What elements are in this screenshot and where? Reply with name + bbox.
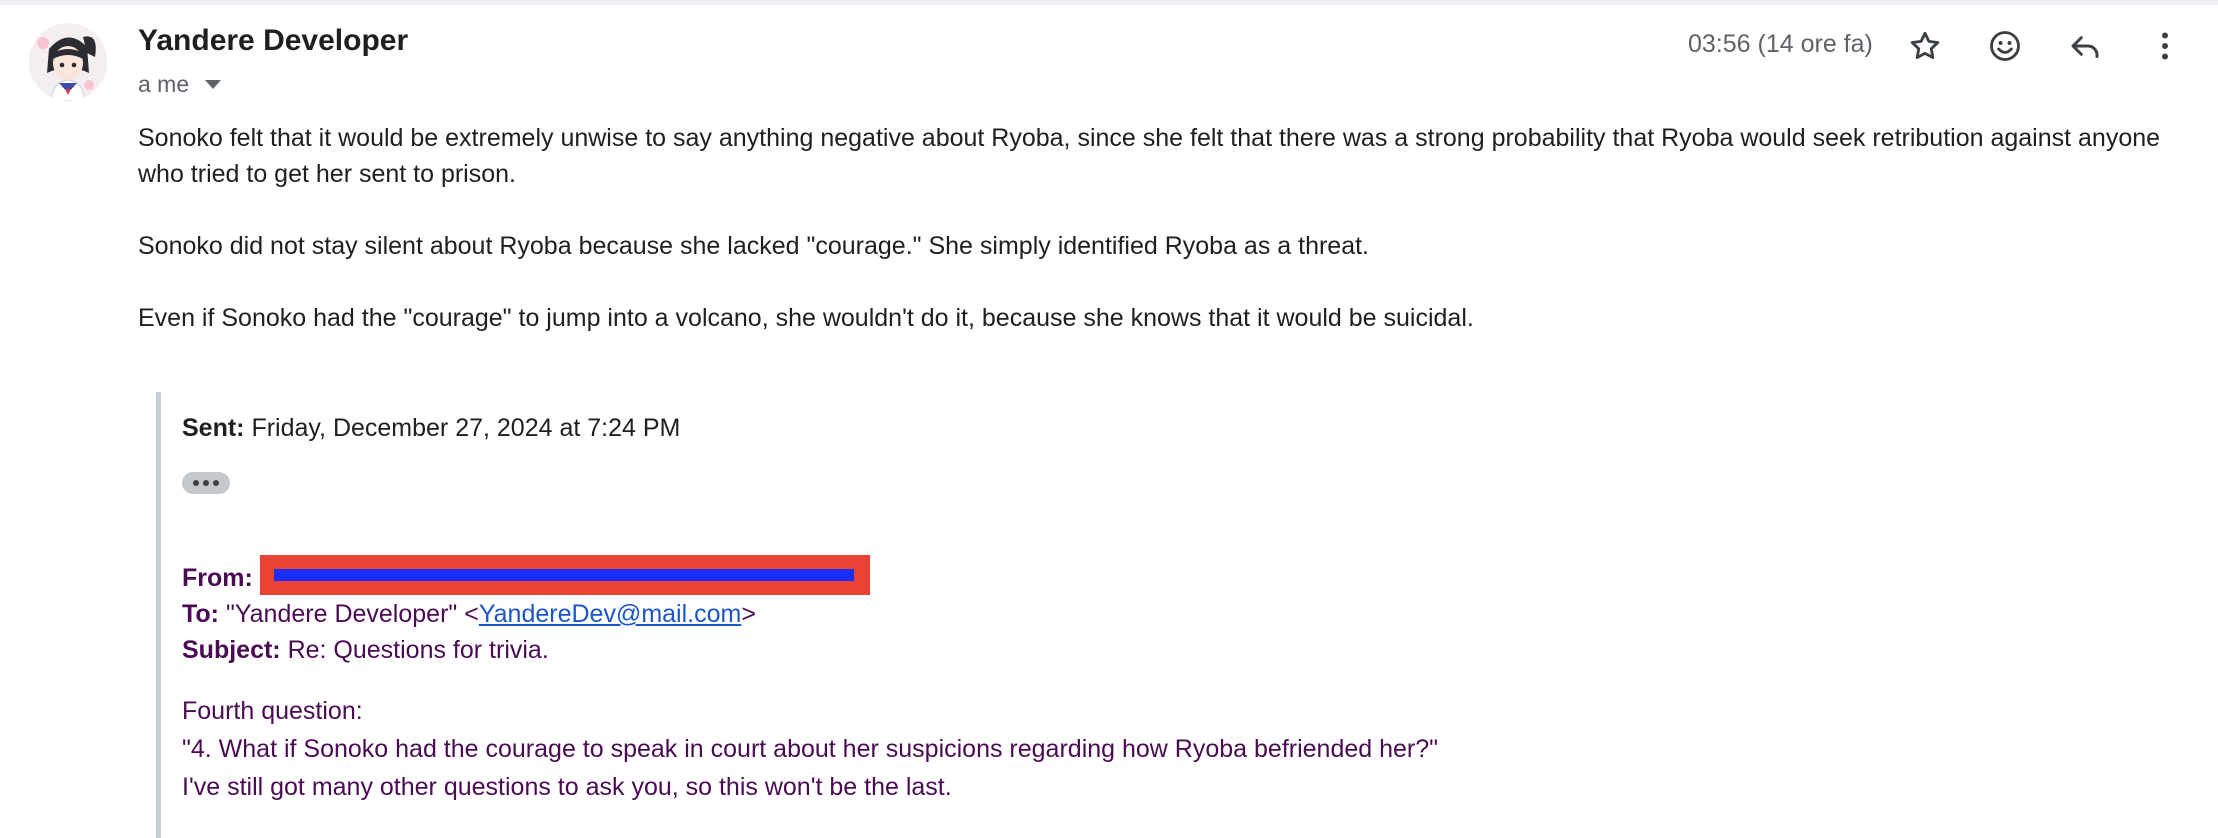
to-close: >	[741, 600, 756, 628]
sender-name[interactable]: Yandere Developer	[138, 24, 408, 58]
from-label: From:	[182, 564, 253, 592]
more-vert-icon	[2162, 32, 2168, 60]
emoji-icon	[1990, 31, 2020, 61]
to-line: To: "Yandere Developer" <YandereDev@mail…	[182, 596, 870, 632]
quoted-line: Fourth question:	[182, 697, 363, 725]
avatar-image	[29, 23, 107, 101]
ellipsis-dot	[213, 480, 219, 486]
ellipsis-dot	[193, 480, 199, 486]
recipient-details-caret-icon[interactable]	[205, 80, 222, 89]
quote-bar	[156, 392, 161, 838]
recipient-line[interactable]: a me	[138, 71, 222, 98]
sender-avatar[interactable]	[29, 23, 107, 101]
star-button[interactable]	[1903, 24, 1947, 68]
to-name: "Yandere Developer" <	[219, 600, 479, 628]
reply-button[interactable]	[2063, 24, 2107, 68]
more-options-button[interactable]	[2143, 24, 2187, 68]
show-trimmed-content-button[interactable]	[182, 472, 230, 494]
ellipsis-dot	[203, 480, 209, 486]
body-paragraph: Sonoko did not stay silent about Ryoba b…	[138, 232, 1369, 260]
sent-value: Friday, December 27, 2024 at 7:24 PM	[244, 414, 681, 442]
message-body: Sonoko felt that it would be extremely u…	[138, 120, 2198, 372]
to-label: To:	[182, 600, 220, 628]
redaction-box	[259, 555, 870, 596]
subject-line: Subject: Re: Questions for trivia.	[182, 632, 870, 668]
quoted-line: I've still got many other questions to a…	[182, 773, 952, 801]
reply-icon	[2071, 36, 2099, 58]
subject-value: Re: Questions for trivia.	[280, 636, 549, 664]
quoted-message: Fourth question: "4. What if Sonoko had …	[182, 692, 1438, 806]
to-email-link[interactable]: YandereDev@mail.com	[479, 600, 742, 628]
body-paragraph: Sonoko felt that it would be extremely u…	[138, 124, 2161, 188]
star-icon	[1910, 31, 1940, 59]
quoted-headers: From: To: "Yandere Developer" <YandereDe…	[182, 555, 870, 668]
quoted-sent-line: Sent: Friday, December 27, 2024 at 7:24 …	[182, 414, 680, 443]
quoted-line: "4. What if Sonoko had the courage to sp…	[182, 735, 1439, 763]
emoji-reaction-button[interactable]	[1983, 24, 2027, 68]
recipient-label: a me	[138, 71, 190, 97]
top-divider	[0, 0, 2218, 5]
from-line: From:	[182, 555, 870, 596]
sent-label: Sent:	[182, 414, 245, 442]
message-timestamp: 03:56 (14 ore fa)	[1688, 30, 1873, 58]
subject-label: Subject:	[182, 636, 281, 664]
redaction-bar	[273, 569, 854, 582]
body-paragraph: Even if Sonoko had the "courage" to jump…	[138, 304, 1474, 332]
